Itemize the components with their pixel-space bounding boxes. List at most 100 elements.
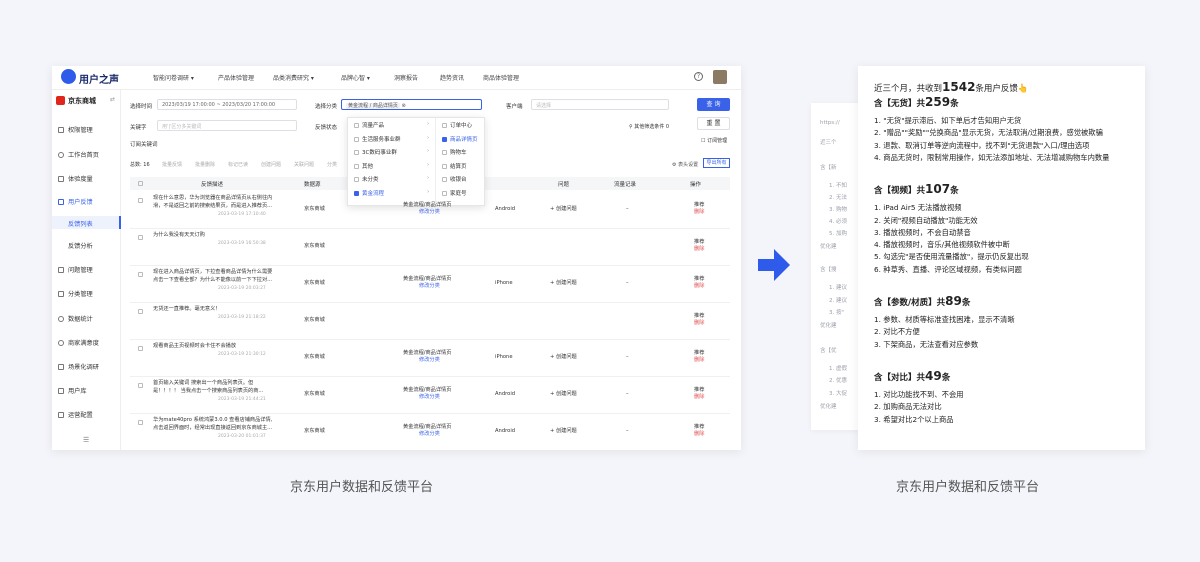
sidebar-item-operation-config[interactable]: 运营配置	[58, 410, 93, 419]
row-checkbox[interactable]	[138, 235, 143, 240]
row-checkbox[interactable]	[138, 383, 143, 388]
dropdown-option[interactable]: 其他	[354, 162, 373, 170]
dropdown-option[interactable]: 订单中心	[442, 121, 472, 129]
stats-icon	[58, 316, 64, 322]
sidebar-item-feedback-list[interactable]: 反馈列表	[68, 219, 93, 228]
client-select[interactable]: 请选择	[531, 99, 669, 110]
option-checkbox[interactable]	[442, 191, 447, 196]
delete-link[interactable]: 删除	[694, 356, 704, 364]
time-range-input[interactable]: 2023/03/19 17:00:00 ~ 2023/03/20 17:00:0…	[157, 99, 297, 110]
sidebar-item-categories[interactable]: 分类管理	[58, 289, 93, 298]
delete-link[interactable]: 删除	[694, 319, 704, 327]
row-checkbox[interactable]	[138, 272, 143, 277]
header-actions: 操作	[690, 182, 702, 188]
option-checkbox[interactable]	[442, 123, 447, 128]
feedback-desc-line2: 滑，不是返回之前的搜索结果页，而是进入推荐页...	[153, 203, 273, 209]
sidebar-item-permissions[interactable]: 权限管理	[58, 125, 93, 134]
sidebar-item-metrics[interactable]: 体验度量	[58, 174, 93, 183]
edit-category-link[interactable]: 修改分类	[419, 356, 440, 364]
create-issue-link[interactable]: + 创建问题	[550, 279, 577, 287]
nav-insight-report[interactable]: 洞察报告	[394, 73, 418, 82]
sidebar-item-statistics[interactable]: 数据统计	[58, 314, 93, 323]
reset-button[interactable]: 重 置	[697, 117, 730, 130]
nav-trends[interactable]: 趋势资讯	[440, 73, 464, 82]
nav-brand[interactable]: 品牌心智 ▾	[341, 73, 370, 82]
sidebar-item-feedback[interactable]: 用户反馈	[58, 197, 93, 206]
row-checkbox[interactable]	[138, 420, 143, 425]
collapse-icon[interactable]: ☰	[83, 436, 89, 444]
sidebar-item-home[interactable]: 工作台首页	[58, 150, 99, 159]
create-issue-link[interactable]: + 创建问题	[550, 353, 577, 361]
edit-category-link[interactable]: 修改分类	[419, 393, 440, 401]
create-issue-link[interactable]: + 创建问题	[550, 427, 577, 435]
category-select[interactable]: 黄金流程 / 商品详情页 ⊗	[341, 99, 482, 110]
document-intro: 近三个月，共收到1542条用户反馈👆	[874, 80, 1029, 94]
help-icon[interactable]: ?	[694, 72, 703, 81]
option-checkbox[interactable]	[354, 150, 359, 156]
section-item: 1. "无货"提示滞后、如下单后才告知用户无货	[874, 116, 1022, 125]
row-checkbox[interactable]	[138, 309, 143, 314]
option-checkbox[interactable]	[354, 177, 359, 183]
switch-icon[interactable]: ⇄	[110, 96, 115, 103]
option-checkbox[interactable]	[442, 136, 447, 142]
sidebar-item-merchant-satisfaction[interactable]: 商家满意度	[58, 338, 99, 347]
delete-link[interactable]: 删除	[694, 393, 704, 401]
dropdown-option[interactable]: 收银台	[442, 175, 467, 183]
delete-link[interactable]: 删除	[694, 245, 704, 253]
batch-delete-button[interactable]: 批量删除	[195, 161, 215, 168]
delete-link[interactable]: 删除	[694, 430, 704, 438]
dropdown-option[interactable]: 黄金流程	[354, 189, 384, 197]
export-all-button[interactable]: 导出所有	[703, 158, 730, 168]
dropdown-option[interactable]: 家庭号	[442, 189, 467, 197]
flow-cell: –	[626, 280, 629, 286]
nav-survey[interactable]: 智能问卷调研 ▾	[153, 73, 194, 82]
create-issue-link[interactable]: + 创建问题	[550, 390, 577, 398]
sidebar-item-user-library[interactable]: 用户库	[58, 386, 87, 395]
row-checkbox[interactable]	[138, 346, 143, 351]
edit-category-link[interactable]: 修改分类	[419, 208, 440, 216]
dropdown-option[interactable]: 3C数码事业群	[354, 148, 397, 156]
header-settings-button[interactable]: ⚙ 表头设置	[672, 161, 698, 168]
sidebar-item-feedback-analysis[interactable]: 反馈分析	[68, 241, 93, 250]
category-button[interactable]: 分类	[327, 161, 337, 168]
search-button[interactable]: 查 询	[697, 98, 730, 111]
avatar[interactable]	[713, 70, 727, 84]
subscribe-manage-link[interactable]: ☐ 订阅管理	[701, 137, 727, 144]
option-checkbox[interactable]	[442, 150, 447, 156]
nav-category-research[interactable]: 品类消费研究 ▾	[273, 73, 314, 82]
delete-link[interactable]: 删除	[694, 282, 704, 290]
feedback-desc-line2: 点击一下查看全部？为什么不能像以前一下下拉对...	[153, 277, 273, 283]
dropdown-option[interactable]: 流量产品	[354, 121, 384, 129]
option-checkbox[interactable]	[442, 163, 447, 169]
more-filters-link[interactable]: ⚲ 其他筛选条件 0	[629, 123, 669, 130]
dropdown-option[interactable]: 结算页	[442, 162, 467, 170]
batch-feedback-button[interactable]: 批量反馈	[162, 161, 182, 168]
option-checkbox[interactable]	[354, 123, 359, 128]
nav-product-experience[interactable]: 产品体验管理	[218, 73, 254, 82]
dropdown-option[interactable]: 商品详情页	[442, 135, 478, 143]
sidebar-item-scenario-survey[interactable]: 场景化调研	[58, 362, 99, 371]
link-issue-button[interactable]: 关联问题	[294, 161, 314, 168]
option-checkbox[interactable]	[354, 191, 359, 196]
dropdown-option[interactable]: 生活服务事业群	[354, 135, 401, 143]
feedback-desc-line1: 观看商品主页视频时会卡住不会播放	[153, 343, 237, 349]
edit-category-link[interactable]: 修改分类	[419, 282, 440, 290]
app-screenshot: 用户之声 智能问卷调研 ▾ 产品体验管理 品类消费研究 ▾ 品牌心智 ▾ 洞察报…	[52, 66, 741, 450]
option-checkbox[interactable]	[354, 136, 359, 142]
select-all-checkbox[interactable]	[138, 181, 143, 186]
section-item: 3. 退款、取消订单等逆向流程中，找不到"无货退款"入口/理由选项	[874, 140, 1090, 150]
dropdown-option[interactable]: 购物车	[442, 148, 467, 156]
dropdown-option[interactable]: 未分类	[354, 175, 379, 183]
time-label: 选择时间	[130, 104, 153, 110]
row-checkbox[interactable]	[138, 198, 143, 203]
nav-goods-experience[interactable]: 商品体验管理	[483, 73, 519, 82]
option-checkbox[interactable]	[354, 163, 359, 169]
edit-category-link[interactable]: 修改分类	[419, 430, 440, 438]
sidebar-item-issues[interactable]: 问题管理	[58, 265, 93, 274]
option-checkbox[interactable]	[442, 177, 447, 183]
delete-link[interactable]: 删除	[694, 208, 704, 216]
keyword-input[interactable]: 用'|'区分多关键词	[157, 120, 297, 131]
create-issue-button[interactable]: 创建问题	[261, 161, 281, 168]
create-issue-link[interactable]: + 创建问题	[550, 205, 577, 213]
mark-read-button[interactable]: 标记已读	[228, 161, 248, 168]
